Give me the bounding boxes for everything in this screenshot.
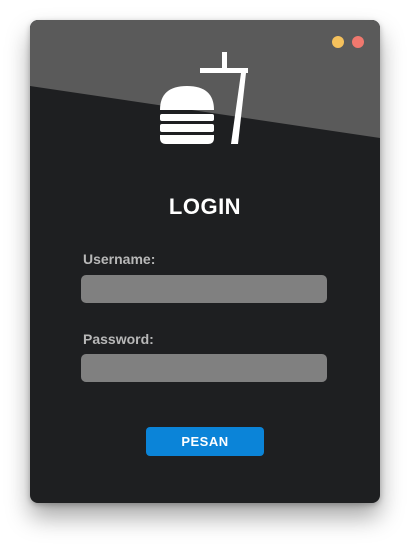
username-label: Username: (83, 251, 156, 267)
password-label: Password: (83, 331, 154, 347)
window-controls (332, 36, 364, 48)
login-window: LOGIN Username: Password: PESAN (30, 20, 380, 503)
burger-and-drink-icon (160, 52, 248, 144)
close-button[interactable] (352, 36, 364, 48)
minimize-button[interactable] (332, 36, 344, 48)
login-title: LOGIN (168, 194, 242, 219)
username-input[interactable] (81, 275, 327, 303)
password-input[interactable] (81, 354, 327, 382)
pesan-button[interactable]: PESAN (146, 427, 264, 456)
